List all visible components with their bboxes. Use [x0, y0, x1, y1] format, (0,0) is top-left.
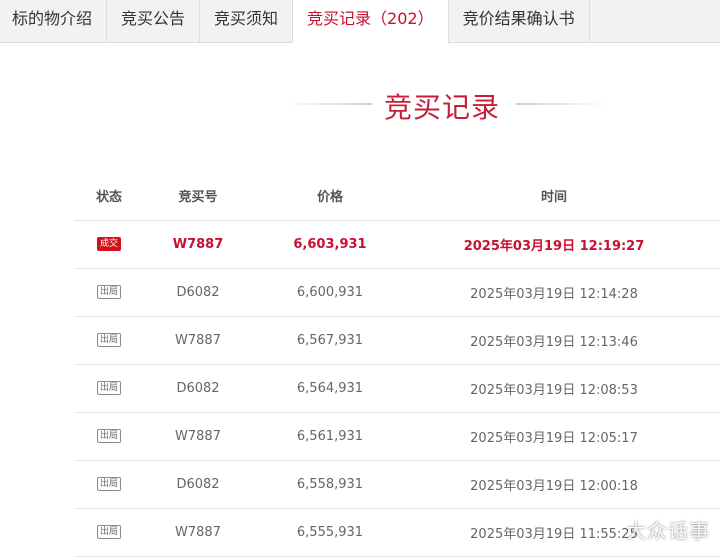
bidder-number: W7887 — [144, 508, 252, 557]
status-cell: 出局 — [74, 508, 144, 557]
table-row: 出局 W7887 6,567,931 2025年03月19日 12:13:46 — [74, 316, 720, 365]
table-row: 成交 W7887 6,603,931 2025年03月19日 12:19:27 — [74, 220, 720, 269]
bidder-number: D6082 — [144, 364, 252, 413]
bid-time: 2025年03月19日 12:00:18 — [408, 460, 720, 509]
status-badge: 出局 — [96, 285, 121, 299]
status-cell: 出局 — [74, 364, 144, 413]
bid-time: 2025年03月19日 12:14:28 — [408, 268, 720, 317]
title-divider-right — [516, 103, 608, 105]
column-header-bidder: 竞买号 — [144, 172, 252, 221]
section-title: 竞买记录 — [384, 91, 501, 124]
tab-announcement[interactable]: 竞买公告 — [107, 0, 201, 43]
tab-result-confirmation[interactable]: 竞价结果确认书 — [449, 0, 590, 43]
status-badge: 出局 — [96, 381, 121, 395]
bidder-number: D6082 — [144, 460, 252, 509]
bidder-number: W7887 — [144, 220, 252, 269]
status-cell: 出局 — [74, 268, 144, 317]
status-cell: 出局 — [74, 460, 144, 509]
bid-time: 2025年03月19日 12:19:27 — [408, 220, 720, 269]
bid-time: 2025年03月19日 12:13:46 — [408, 316, 720, 365]
status-badge: 出局 — [96, 477, 121, 491]
tab-item-intro[interactable]: 标的物介绍 — [0, 0, 108, 43]
tab-notice[interactable]: 竞买须知 — [200, 0, 294, 43]
table-header-row: 状态 竞买号 价格 时间 — [74, 172, 720, 221]
bid-records-table: 状态 竞买号 价格 时间 成交 W7887 6,603,931 2025年03月19日… — [74, 172, 720, 557]
bid-price: 6,561,931 — [252, 412, 408, 461]
bid-price: 6,564,931 — [252, 364, 408, 413]
status-badge: 成交 — [96, 237, 121, 251]
column-header-price: 价格 — [252, 172, 408, 221]
bid-price: 6,567,931 — [252, 316, 408, 365]
status-cell: 成交 — [74, 220, 144, 269]
bid-time: 2025年03月19日 12:08:53 — [408, 364, 720, 413]
table-row: 出局 D6082 6,600,931 2025年03月19日 12:14:28 — [74, 268, 720, 317]
tab-bar: 标的物介绍 竞买公告 竞买须知 竞买记录（202） 竞价结果确认书 — [0, 0, 720, 44]
status-cell: 出局 — [74, 412, 144, 461]
column-header-time: 时间 — [408, 172, 720, 221]
watermark: 大众话事 — [626, 519, 710, 543]
table-row: 出局 W7887 6,555,931 2025年03月19日 11:55:25 — [74, 508, 720, 557]
bid-price: 6,558,931 — [252, 460, 408, 509]
status-badge: 出局 — [96, 333, 121, 347]
status-badge: 出局 — [96, 525, 121, 539]
bid-time: 2025年03月19日 12:05:17 — [408, 412, 720, 461]
bid-price: 6,603,931 — [252, 220, 408, 269]
tab-bid-records[interactable]: 竞买记录（202） — [293, 0, 449, 44]
bidder-number: W7887 — [144, 412, 252, 461]
title-divider-left — [284, 103, 372, 105]
bidder-number: D6082 — [144, 268, 252, 317]
section-header: 竞买记录 — [0, 84, 720, 124]
bidder-number: W7887 — [144, 316, 252, 365]
column-header-status: 状态 — [74, 172, 144, 221]
table-row: 出局 D6082 6,564,931 2025年03月19日 12:08:53 — [74, 364, 720, 413]
status-badge: 出局 — [96, 429, 121, 443]
status-cell: 出局 — [74, 316, 144, 365]
table-row: 出局 W7887 6,561,931 2025年03月19日 12:05:17 — [74, 412, 720, 461]
table-row: 出局 D6082 6,558,931 2025年03月19日 12:00:18 — [74, 460, 720, 509]
bid-price: 6,600,931 — [252, 268, 408, 317]
bid-price: 6,555,931 — [252, 508, 408, 557]
